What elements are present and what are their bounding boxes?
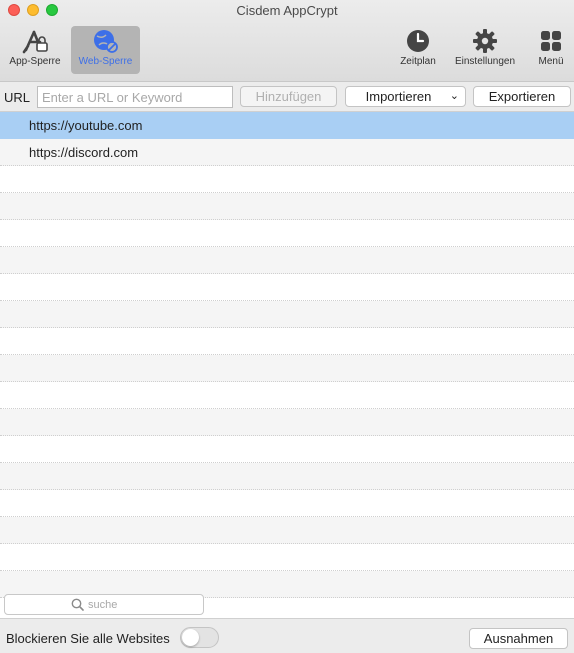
grid-icon <box>541 31 561 51</box>
toggle-knob <box>182 629 199 646</box>
empty-row <box>0 544 574 571</box>
empty-row <box>0 409 574 436</box>
clock-icon <box>407 30 429 52</box>
toolbar-web-lock-label: Web-Sperre <box>78 56 133 67</box>
url-label: URL <box>4 90 31 105</box>
search-input[interactable] <box>88 596 198 613</box>
toolbar-menu[interactable]: Menü <box>532 26 570 74</box>
toolbar-app-lock-label: App-Sperre <box>9 56 61 67</box>
list-item[interactable]: https://discord.com <box>0 139 574 166</box>
blocked-sites-list: https://youtube.com https://discord.com <box>0 112 574 620</box>
empty-row <box>0 517 574 544</box>
empty-row <box>0 382 574 409</box>
toolbar-schedule-label: Zeitplan <box>400 56 436 67</box>
toolbar-settings[interactable]: Einstellungen <box>450 26 520 74</box>
url-bar: URL Hinzufügen Importieren ⌄ Exportieren <box>0 82 574 112</box>
window-title: Cisdem AppCrypt <box>236 3 338 18</box>
list-item-url: https://discord.com <box>29 145 139 160</box>
import-button-label: Importieren <box>365 89 432 104</box>
search-field[interactable] <box>4 594 204 615</box>
toolbar-settings-label: Einstellungen <box>454 56 516 67</box>
list-item[interactable]: https://youtube.com <box>0 112 574 139</box>
empty-row <box>0 463 574 490</box>
exceptions-button[interactable]: Ausnahmen <box>469 628 568 649</box>
block-all-toggle[interactable] <box>180 627 219 648</box>
empty-row <box>0 490 574 517</box>
app-lock-icon <box>22 30 48 54</box>
search-icon <box>71 598 84 611</box>
import-button[interactable]: Importieren ⌄ <box>345 86 466 107</box>
empty-row <box>0 436 574 463</box>
toolbar-schedule[interactable]: Zeitplan <box>394 26 442 74</box>
empty-row <box>0 274 574 301</box>
web-lock-icon <box>93 30 118 53</box>
list-item-url: https://youtube.com <box>29 118 143 133</box>
block-all-label: Blockieren Sie alle Websites <box>6 631 170 646</box>
empty-row <box>0 166 574 193</box>
empty-row <box>0 355 574 382</box>
empty-row <box>0 220 574 247</box>
toolbar-menu-label: Menü <box>538 56 564 67</box>
add-button[interactable]: Hinzufügen <box>240 86 337 107</box>
empty-row <box>0 193 574 220</box>
chevron-down-icon: ⌄ <box>449 90 459 102</box>
gear-icon <box>473 29 497 53</box>
empty-row <box>0 328 574 355</box>
export-button[interactable]: Exportieren <box>473 86 571 107</box>
empty-row <box>0 247 574 274</box>
title-bar: Cisdem AppCrypt App-Sperre Web-Sperre Ze… <box>0 0 574 82</box>
toolbar-web-lock[interactable]: Web-Sperre <box>71 26 140 74</box>
footer-bar: Blockieren Sie alle Websites Ausnahmen <box>0 618 574 653</box>
url-input[interactable] <box>37 86 233 108</box>
toolbar-app-lock[interactable]: App-Sperre <box>4 26 66 74</box>
empty-row <box>0 301 574 328</box>
